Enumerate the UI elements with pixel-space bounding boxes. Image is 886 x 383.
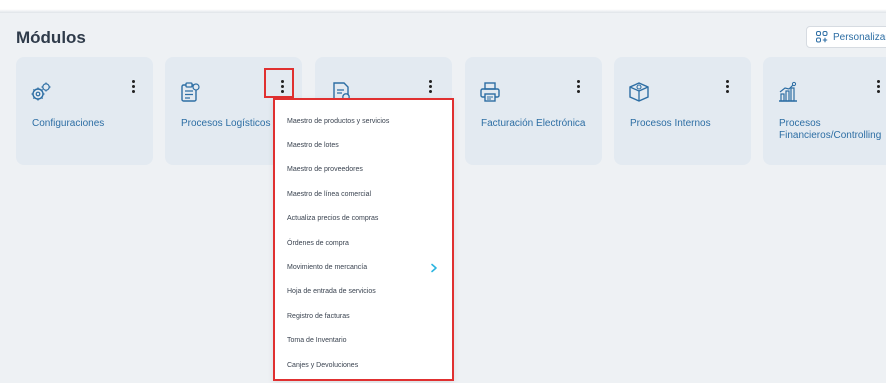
personalize-label: Personalizar (833, 31, 886, 43)
module-card-procesos-financieros[interactable]: Procesos Financieros/Controlling (763, 57, 886, 165)
menu-item-label: Actualiza precios de compras (287, 215, 379, 223)
menu-item-canjes-devoluciones[interactable]: Canjes y Devoluciones (275, 353, 452, 377)
menu-item-maestro-lotes[interactable]: Maestro de lotes (275, 133, 452, 157)
top-bar (0, 0, 886, 13)
menu-item-toma-inventario[interactable]: Toma de Inventario (275, 329, 452, 353)
menu-item-label: Órdenes de compra (287, 239, 349, 247)
menu-item-label: Maestro de productos y servicios (287, 117, 390, 125)
menu-item-label: Movimiento de mercancía (287, 264, 368, 272)
chevron-right-icon (431, 263, 437, 272)
menu-item-actualiza-precios[interactable]: Actualiza precios de compras (275, 207, 452, 231)
menu-item-label: Maestro de proveedores (287, 166, 363, 174)
module-card-procesos-internos[interactable]: Procesos Internos (614, 57, 751, 165)
menu-item-hoja-entrada-servicios[interactable]: Hoja de entrada de servicios (275, 280, 452, 304)
module-card-facturacion-electronica[interactable]: Facturación Electrónica (465, 57, 602, 165)
kebab-icon (876, 79, 880, 93)
chart-icon (779, 81, 797, 102)
kebab-icon (576, 79, 580, 93)
layout-grid-icon (816, 31, 828, 43)
menu-item-maestro-proveedores[interactable]: Maestro de proveedores (275, 158, 452, 182)
menu-item-ordenes-compra[interactable]: Órdenes de compra (275, 231, 452, 255)
page-title: Módulos (16, 28, 86, 47)
gears-icon (31, 82, 51, 101)
printer-icon (480, 82, 500, 102)
module-card-configuraciones[interactable]: Configuraciones (16, 57, 153, 165)
menu-item-label: Maestro de lotes (287, 142, 339, 150)
module-menu-button[interactable] (571, 77, 585, 95)
module-label: Facturación Electrónica (481, 118, 586, 129)
kebab-highlight-box (264, 68, 294, 98)
menu-item-label: Hoja de entrada de servicios (287, 288, 376, 296)
menu-item-maestro-productos[interactable]: Maestro de productos y servicios (275, 109, 452, 133)
menu-item-label: Canjes y Devoluciones (287, 361, 359, 369)
module-label: Configuraciones (32, 118, 105, 129)
menu-item-label: Maestro de línea comercial (287, 190, 372, 198)
module-context-menu: Maestro de productos y servicios Maestro… (273, 98, 454, 381)
module-menu-button[interactable] (423, 77, 437, 95)
clipboard-icon (181, 82, 200, 102)
module-menu-button[interactable] (720, 77, 734, 95)
menu-item-movimiento-mercancia[interactable]: Movimiento de mercancía (275, 255, 452, 279)
menu-item-registro-facturas[interactable]: Registro de facturas (275, 304, 452, 328)
module-label: Procesos Internos (630, 118, 711, 129)
menu-list: Maestro de productos y servicios Maestro… (275, 100, 452, 377)
menu-item-label: Toma de Inventario (287, 337, 347, 345)
kebab-icon (131, 79, 135, 93)
menu-item-label: Registro de facturas (287, 312, 350, 320)
module-label: Procesos Financieros/Controlling (779, 118, 882, 141)
box-icon (629, 82, 649, 102)
menu-item-maestro-linea-comercial[interactable]: Maestro de línea comercial (275, 182, 452, 206)
personalize-button[interactable]: Personalizar (806, 26, 886, 48)
module-menu-button[interactable] (871, 77, 885, 95)
module-menu-button[interactable] (126, 77, 140, 95)
kebab-icon (725, 79, 729, 93)
kebab-icon (428, 79, 432, 93)
